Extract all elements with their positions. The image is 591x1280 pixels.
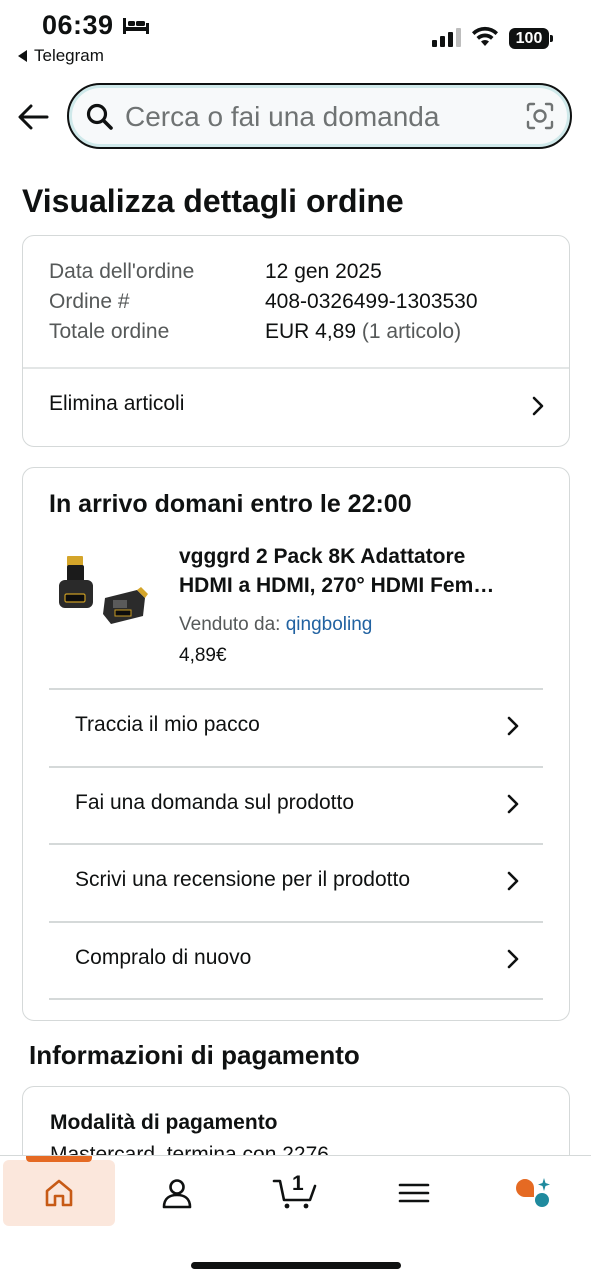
- payment-method-label: Modalità di pagamento: [50, 1111, 278, 1134]
- chevron-right-icon: [507, 794, 519, 814]
- delete-items-row[interactable]: Elimina articoli: [23, 368, 569, 446]
- account-icon[interactable]: [160, 1176, 194, 1210]
- buy-again-row[interactable]: Compralo di nuovo: [23, 922, 569, 998]
- back-triangle-icon: [18, 50, 27, 62]
- order-total-amount: EUR 4,89: [265, 320, 357, 343]
- divider: [49, 998, 543, 1000]
- back-to-telegram[interactable]: Telegram: [18, 46, 104, 66]
- write-review-label: Scrivi una recensione per il prodotto: [75, 868, 411, 891]
- product-title[interactable]: vgggrd 2 Pack 8K Adattatore HDMI a HDMI,…: [179, 542, 539, 600]
- product-image[interactable]: [55, 550, 155, 630]
- delivery-title: In arrivo domani entro le 22:00: [49, 490, 412, 518]
- buy-again-label: Compralo di nuovo: [75, 946, 252, 969]
- back-arrow-icon[interactable]: [16, 100, 50, 134]
- chevron-right-icon: [507, 949, 519, 969]
- cart-count-badge: 1: [292, 1172, 304, 1195]
- order-number-label: Ordine #: [49, 290, 130, 313]
- ask-product-question-row[interactable]: Fai una domanda sul prodotto: [23, 767, 569, 843]
- home-icon[interactable]: [42, 1176, 76, 1210]
- status-time: 06:39: [42, 10, 114, 40]
- order-total-items: (1 articolo): [356, 320, 462, 343]
- back-app-label: Telegram: [34, 46, 104, 65]
- order-total-value: EUR 4,89 (1 articolo): [265, 320, 461, 344]
- status-bar: 06:39 Telegram 100: [0, 0, 591, 70]
- chevron-right-icon: [507, 716, 519, 736]
- product-price: 4,89€: [179, 645, 227, 666]
- sold-by: Venduto da: qingboling: [179, 614, 372, 636]
- order-number-value: 408-0326499-1303530: [265, 290, 478, 313]
- order-total-label: Totale ordine: [49, 320, 170, 343]
- product-title-line-1: vgggrd 2 Pack 8K Adattatore: [179, 545, 466, 568]
- rufus-assistant-icon[interactable]: [513, 1176, 553, 1210]
- bottom-nav: 1: [0, 1155, 591, 1280]
- camera-search-icon[interactable]: [525, 101, 555, 131]
- product-title-line-2: HDMI a HDMI, 270° HDMI Fem…: [179, 574, 495, 597]
- seller-link[interactable]: qingboling: [286, 614, 373, 635]
- chevron-right-icon: [532, 396, 544, 416]
- search-icon: [86, 103, 113, 130]
- battery-indicator: 100: [509, 28, 553, 49]
- search-bar[interactable]: [67, 83, 572, 149]
- wifi-icon: [472, 26, 498, 46]
- nav-active-indicator: [26, 1156, 92, 1162]
- sleep-focus-icon: [123, 18, 149, 34]
- chevron-right-icon: [507, 871, 519, 891]
- menu-icon[interactable]: [397, 1176, 431, 1210]
- search-input[interactable]: [125, 97, 515, 137]
- order-date-label: Data dell'ordine: [49, 260, 195, 283]
- ask-product-question-label: Fai una domanda sul prodotto: [75, 791, 355, 814]
- track-package-row[interactable]: Traccia il mio pacco: [23, 689, 569, 765]
- order-date-value: 12 gen 2025: [265, 260, 382, 283]
- track-package-label: Traccia il mio pacco: [75, 713, 260, 736]
- order-summary-card: Data dell'ordine 12 gen 2025 Ordine # 40…: [22, 235, 570, 447]
- home-indicator: [191, 1262, 401, 1269]
- page-title: Visualizza dettagli ordine: [22, 183, 404, 219]
- sold-by-label: Venduto da:: [179, 614, 286, 635]
- write-review-row[interactable]: Scrivi una recensione per il prodotto: [23, 844, 569, 920]
- shipment-card: In arrivo domani entro le 22:00 vgggrd 2…: [22, 467, 570, 1021]
- delete-items-label: Elimina articoli: [49, 392, 185, 415]
- cellular-signal-icon: [432, 27, 461, 47]
- payment-section-title: Informazioni di pagamento: [29, 1040, 360, 1070]
